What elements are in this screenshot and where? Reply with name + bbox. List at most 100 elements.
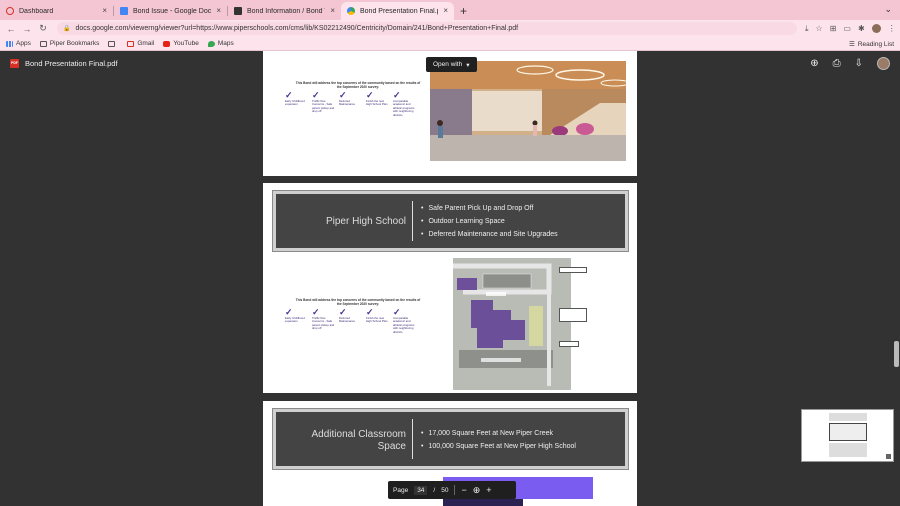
tab-title: Bond Presentation Final.pdf [360, 7, 438, 15]
slide-title: Piper High School [325, 216, 406, 227]
google-docs-icon [120, 7, 128, 15]
bookmark-gmail[interactable]: Gmail [127, 40, 154, 47]
zoom-out-icon[interactable]: − [461, 485, 466, 495]
url-text: docs.google.com/viewerng/viewer?url=http… [75, 25, 519, 32]
download-icon[interactable]: ⇩ [855, 58, 863, 69]
bookmark-label: YouTube [173, 40, 199, 47]
bookmark-apps[interactable]: Apps [6, 40, 31, 47]
profile-avatar[interactable] [871, 24, 881, 33]
interior-rendering-image [430, 61, 626, 161]
tab-dashboard[interactable]: Dashboard × [0, 2, 113, 20]
tab-bond-issue-docs[interactable]: Bond Issue - Google Docs × [114, 2, 227, 20]
checklist-item: ✓ Early Childhood expansion [285, 308, 309, 334]
site-plan-callout [559, 267, 587, 273]
caret-down-icon: ▾ [466, 61, 470, 69]
tab-title: Bond Information / Bond Video [247, 7, 325, 15]
account-avatar[interactable] [877, 57, 890, 70]
close-icon[interactable]: × [330, 6, 335, 15]
apps-icon [6, 40, 13, 47]
extension-icon[interactable]: ⊞ [830, 24, 837, 33]
tab-bond-presentation[interactable]: Bond Presentation Final.pdf × [341, 2, 454, 20]
page-number-input[interactable]: 34 [414, 485, 428, 495]
close-icon[interactable]: × [216, 6, 221, 15]
bookmark-folder[interactable] [108, 40, 118, 47]
slide-bullets: 17,000 Square Feet at New Piper Creek 10… [421, 427, 576, 453]
google-drive-icon [347, 7, 355, 15]
star-icon[interactable]: ☆ [816, 24, 823, 33]
tab-bond-information[interactable]: Bond Information / Bond Video × [228, 2, 341, 20]
checklist-item: ✓ Finish the new High School Plan [366, 91, 390, 117]
checklist-item: ✓ Comparable academic and athletic progra… [393, 308, 417, 334]
page-total: 50 [441, 486, 449, 494]
banner-divider [412, 419, 413, 459]
close-icon[interactable]: × [102, 6, 107, 15]
bookmark-youtube[interactable]: YouTube [163, 40, 199, 47]
scrollbar-thumb[interactable] [894, 341, 899, 367]
bullet-item: Outdoor Learning Space [421, 215, 558, 228]
slide-title-line: Space [377, 441, 406, 452]
tab-strip: Dashboard × Bond Issue - Google Docs × B… [0, 0, 900, 20]
reload-icon[interactable]: ↻ [35, 23, 51, 34]
checklist-item: ✓ Deferred Maintenance [339, 91, 363, 117]
toolbar-divider [454, 485, 456, 495]
slide-banner: Additional Classroom Space 17,000 Square… [272, 408, 629, 470]
gmail-icon [127, 40, 135, 47]
add-to-drive-icon[interactable]: ⊕ [810, 58, 818, 69]
reading-list-icon: ☰ [849, 41, 855, 48]
slide-bullets: Safe Parent Pick Up and Drop Off Outdoor… [421, 202, 558, 241]
thumbnail-close-icon[interactable] [886, 454, 891, 459]
forward-arrow-icon[interactable]: → [19, 24, 35, 34]
bullet-item: Deferred Maintenance and Site Upgrades [421, 228, 557, 241]
menu-kebab-icon[interactable]: ⋮ [888, 24, 896, 33]
pdf-file-icon: PDF [10, 59, 19, 68]
site-plan-callout [559, 341, 579, 347]
tab-search-chevron-icon[interactable]: ⌄ [884, 4, 892, 15]
bookmark-piper[interactable]: Piper Bookmarks [39, 40, 99, 47]
rendering-illustration [430, 61, 626, 161]
banner-divider [412, 201, 413, 241]
checklist-item: ✓ Traffic flow Concerns - Safe parent pic… [312, 90, 335, 114]
open-with-label: Open with [433, 61, 463, 68]
bookmark-maps[interactable]: Maps [207, 40, 234, 47]
zoom-magnifier-icon[interactable]: ⊕ [473, 485, 481, 496]
puzzle-icon[interactable]: ✱ [858, 24, 865, 33]
thumbnail-page [829, 443, 867, 457]
page-thumbnail-panel[interactable] [801, 409, 894, 462]
checklist-item: ✓ Deferred Maintenance [339, 308, 363, 334]
checklist-item: ✓ Early Childhood expansion [285, 91, 309, 117]
zoom-in-icon[interactable]: + [486, 485, 491, 495]
survey-statement: This Bond will address the top concerns … [295, 298, 421, 306]
folder-icon [108, 40, 116, 47]
site-plan-callout [559, 308, 587, 322]
back-arrow-icon[interactable]: ← [3, 24, 19, 34]
checklist-item: ✓ Traffic flow Concerns - Safe parent pic… [312, 307, 335, 331]
thumbnail-page [829, 413, 867, 421]
survey-statement: This Bond will address the top concerns … [295, 81, 421, 89]
toolbar-actions: ⤓ ☆ ⊞ ▭ ✱ ⋮ [805, 24, 896, 34]
page-label: Page [393, 486, 409, 494]
close-icon[interactable]: × [443, 6, 448, 15]
viewer-title-bar: PDF Bond Presentation Final.pdf [10, 59, 118, 68]
download-icon[interactable]: ⤓ [805, 24, 809, 34]
cast-icon[interactable]: ▭ [843, 24, 851, 33]
reading-list-button[interactable]: ☰ Reading List [849, 40, 894, 49]
bookmark-label: Gmail [137, 40, 155, 47]
slide-banner: Piper High School Safe Parent Pick Up an… [272, 190, 629, 252]
page-navigation-bar: Page 34 / 50 − ⊕ + [388, 481, 516, 499]
bullet-item: 100,000 Square Feet at New Piper High Sc… [421, 440, 575, 453]
bookmark-label: Apps [16, 40, 31, 47]
address-bar[interactable]: 🔒 docs.google.com/viewerng/viewer?url=ht… [57, 22, 797, 35]
bullet-item: 17,000 Square Feet at New Piper Creek [421, 427, 576, 440]
checklist-item: ✓ Comparable academic and athletic progra… [393, 91, 417, 117]
thumbnail-page [829, 423, 867, 441]
folder-icon [39, 40, 47, 47]
youtube-icon [163, 40, 171, 47]
page-separator: / [433, 486, 436, 494]
dark-graphic [443, 499, 523, 506]
print-icon[interactable]: ⎙ [833, 58, 841, 69]
open-with-button[interactable]: Open with ▾ [426, 57, 477, 72]
new-tab-button[interactable]: + [460, 4, 467, 18]
browser-toolbar: ← → ↻ 🔒 docs.google.com/viewerng/viewer?… [0, 20, 900, 37]
bullet-item: Safe Parent Pick Up and Drop Off [421, 202, 558, 215]
viewer-actions: ⊕ ⎙ ⇩ [810, 57, 890, 70]
